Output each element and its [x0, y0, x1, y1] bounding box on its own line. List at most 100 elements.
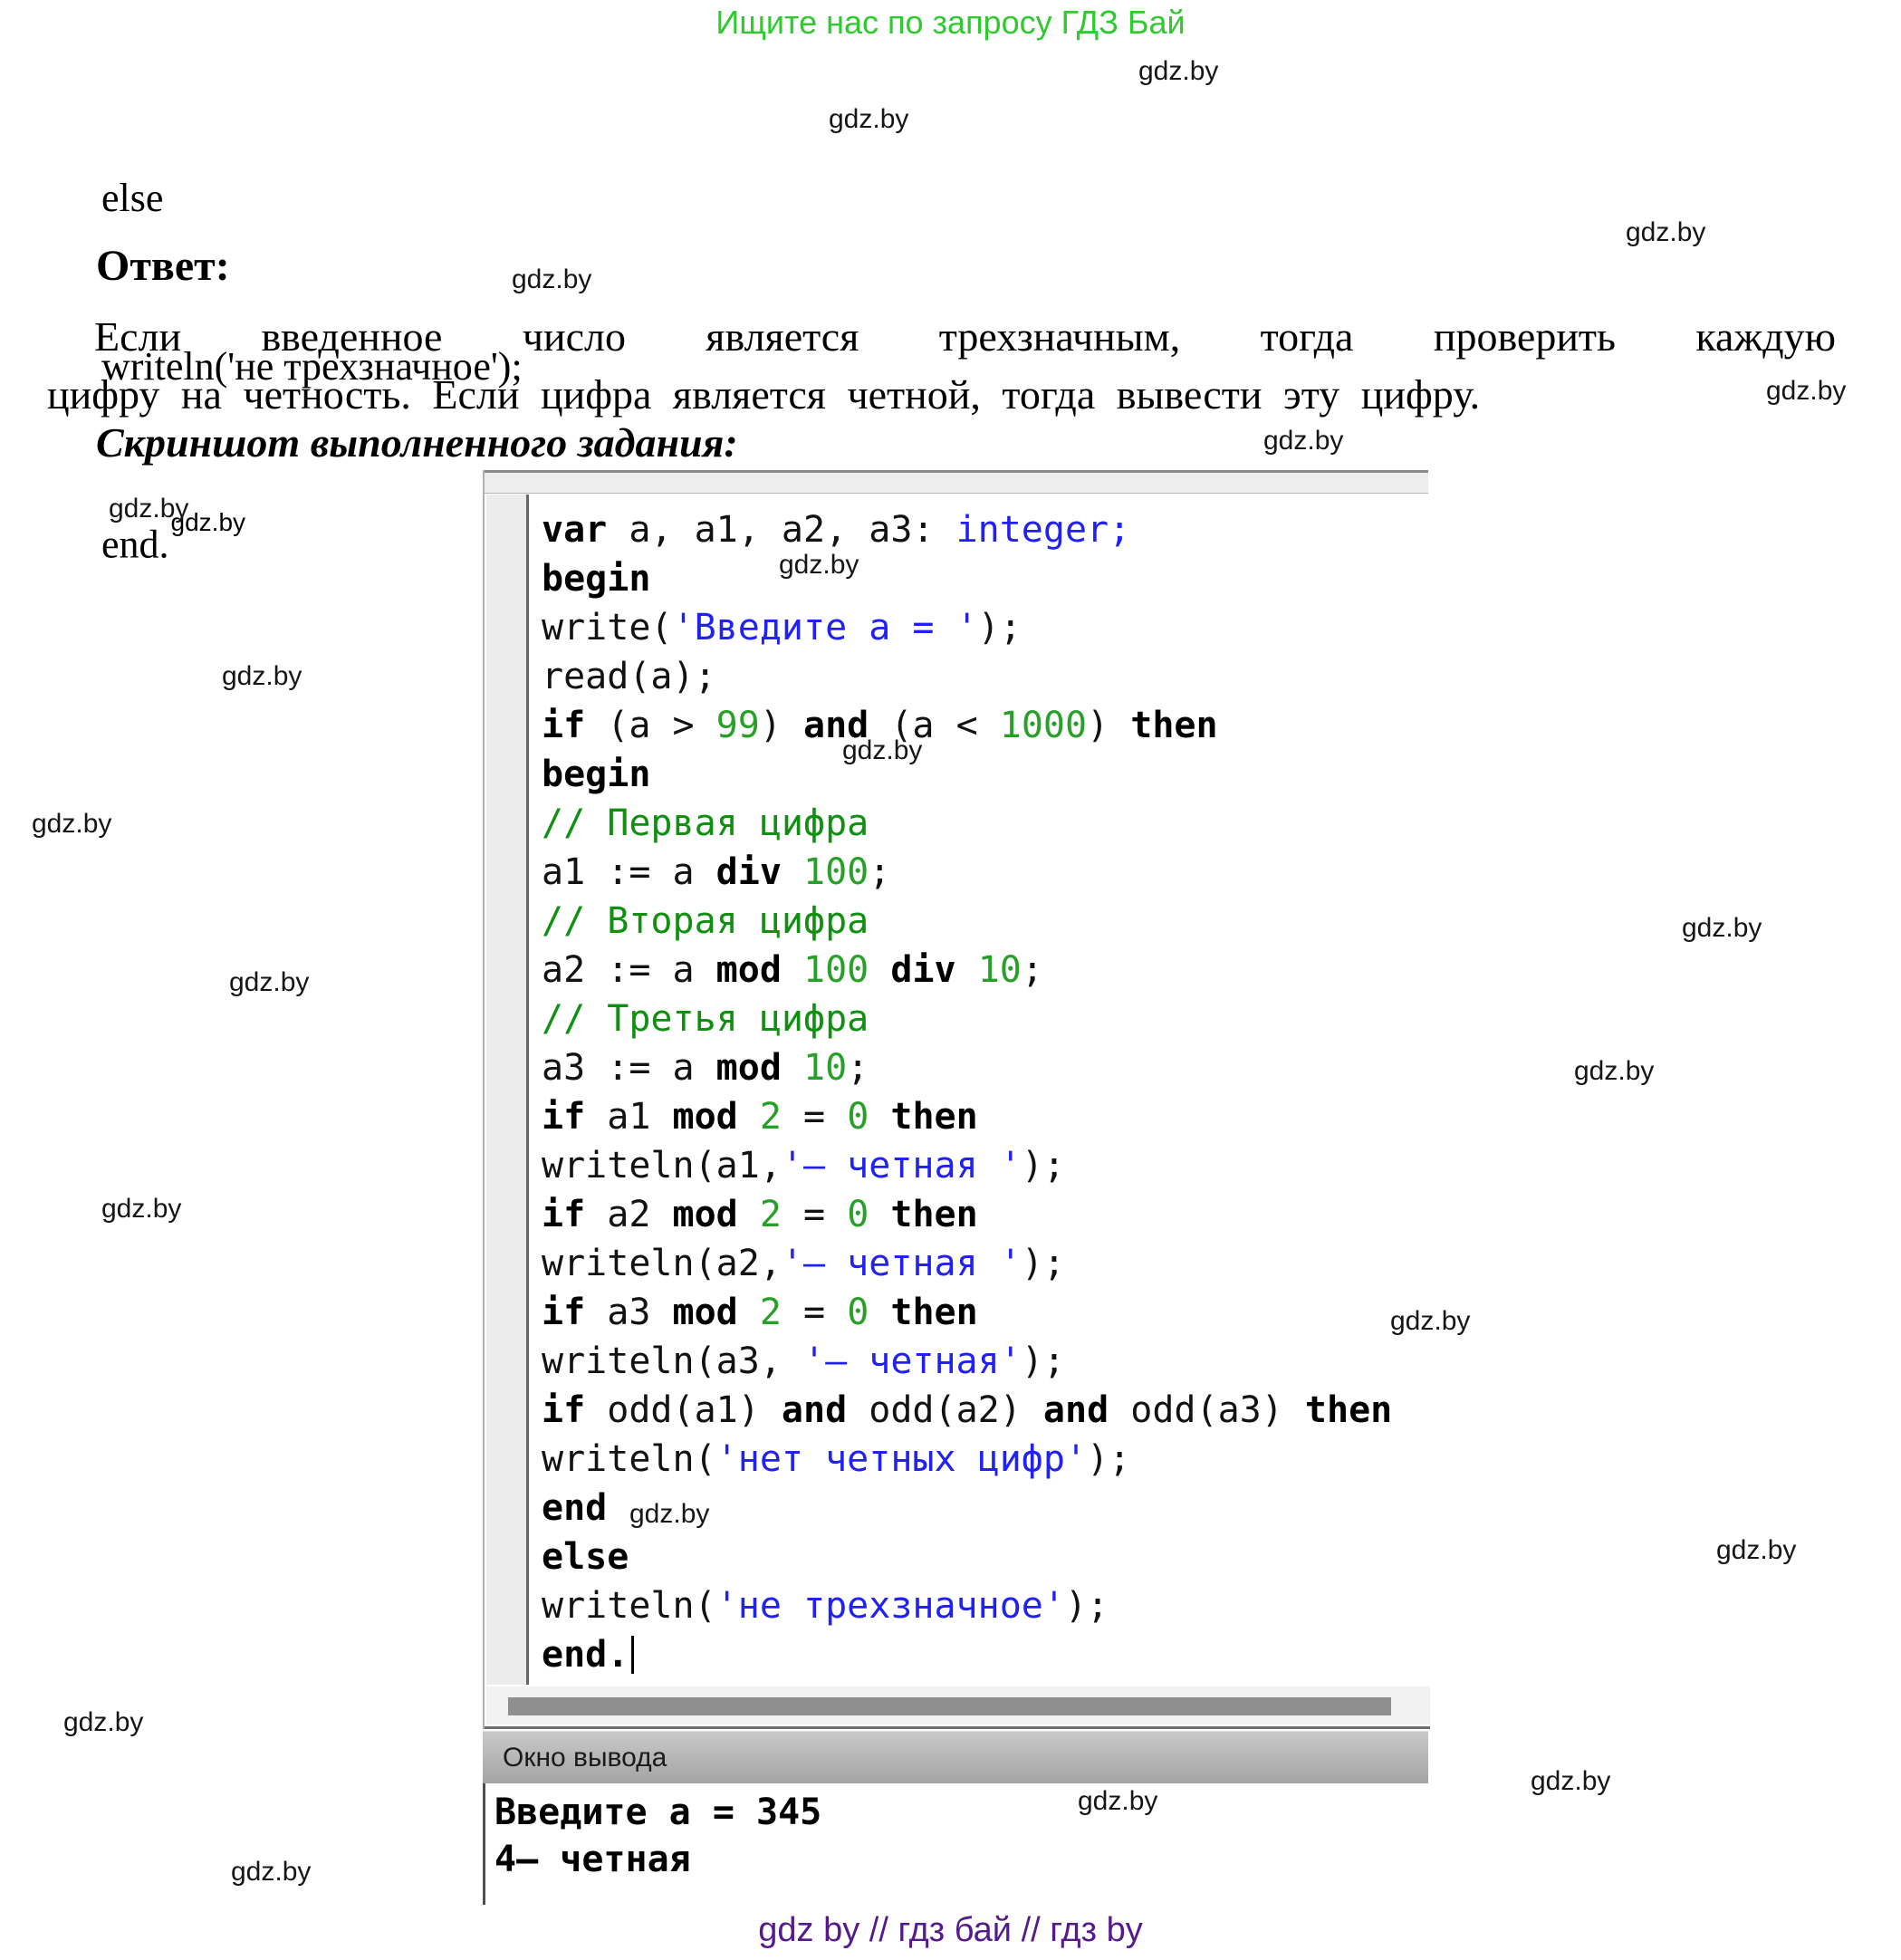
code-token: 100	[803, 949, 869, 991]
code-token: a3	[585, 1292, 672, 1333]
code-line: a2 := a mod 100 div 10;	[542, 946, 1428, 994]
code-token: )	[1087, 705, 1130, 746]
gdz-watermark: gdz.by	[171, 508, 246, 536]
gdz-watermark: gdz.by	[1531, 1766, 1610, 1797]
code-line: read(a);	[542, 652, 1428, 701]
gdz-answer-page: Ищите нас по запросу ГДЗ Бай else writel…	[0, 0, 1901, 1960]
code-token: end.	[542, 1634, 629, 1676]
code-token: 10	[978, 949, 1022, 991]
code-token: =	[782, 1194, 847, 1235]
code-token: odd(a1)	[585, 1389, 782, 1431]
code-line: if (a > 99) and (a < 1000) then	[542, 701, 1428, 750]
code-token: 2	[760, 1096, 782, 1138]
promo-banner-text: Ищите нас по запросу ГДЗ Бай	[0, 4, 1901, 42]
code-line: writeln('нет четных цифр');	[542, 1435, 1428, 1484]
code-token: then	[1130, 705, 1217, 746]
code-token: and	[803, 705, 869, 746]
code-token: // Первая цифра	[542, 802, 869, 844]
code-token: and	[1043, 1389, 1109, 1431]
code-token	[782, 949, 803, 991]
code-line: writeln('не трехзначное');	[542, 1581, 1428, 1630]
code-token: 'нет четных цифр'	[716, 1438, 1087, 1480]
code-token	[869, 1194, 890, 1235]
code-token	[869, 1096, 890, 1138]
code-token: 'Введите a = '	[673, 607, 978, 649]
code-line: end	[542, 1484, 1428, 1532]
code-token: '– четная '	[782, 1243, 1022, 1284]
gdz-watermark: gdz.by	[101, 1194, 181, 1225]
code-line: a1 := a div 100;	[542, 848, 1428, 897]
code-line: writeln(a3, '– четная');	[542, 1337, 1428, 1386]
output-window-title: Окно вывода	[503, 1743, 667, 1773]
gdz-watermark: gdz.by	[1682, 913, 1762, 944]
code-line: if odd(a1) and odd(a2) and odd(a3) then	[542, 1386, 1428, 1435]
code-token: (a >	[585, 705, 716, 746]
code-token: a, a1, a2, a3:	[607, 509, 955, 551]
code-token: if	[542, 1194, 585, 1235]
code-token: integer;	[956, 509, 1131, 551]
code-token	[782, 1047, 803, 1089]
code-token	[738, 1194, 760, 1235]
code-token: 0	[847, 1096, 869, 1138]
code-token	[869, 1292, 890, 1333]
code-token: =	[782, 1292, 847, 1333]
code-token: then	[890, 1096, 977, 1138]
code-token	[738, 1292, 760, 1333]
code-token: if	[542, 1389, 585, 1431]
code-line: if a2 mod 2 = 0 then	[542, 1190, 1428, 1239]
code-token: a3 := a	[542, 1047, 716, 1089]
gdz-watermark: gdz.by	[1626, 217, 1705, 248]
code-token: mod	[673, 1292, 738, 1333]
code-token: );	[1022, 1243, 1065, 1284]
code-token: )	[760, 705, 803, 746]
code-line: writeln(a1,'– четная ');	[542, 1141, 1428, 1190]
gdz-watermark: gdz.by	[32, 809, 111, 840]
code-token: writeln(	[542, 1438, 716, 1480]
code-token: 0	[847, 1292, 869, 1333]
code-token: '– четная '	[782, 1145, 1022, 1187]
editor-gutter	[486, 495, 529, 1685]
code-token: and	[782, 1389, 847, 1431]
code-fragment-line: else	[101, 170, 523, 226]
code-token: else	[542, 1536, 629, 1578]
code-token: (a <	[869, 705, 1000, 746]
code-line: // Третья цифра	[542, 994, 1428, 1043]
text-cursor	[631, 1636, 634, 1674]
output-window-titlebar: Окно вывода	[483, 1731, 1428, 1783]
code-token	[782, 851, 803, 893]
code-token: a1	[585, 1096, 672, 1138]
code-token: then	[890, 1194, 977, 1235]
code-line: end.	[542, 1630, 1428, 1679]
horizontal-scrollbar-track[interactable]	[486, 1686, 1430, 1725]
code-line: if a3 mod 2 = 0 then	[542, 1288, 1428, 1337]
code-token: );	[1022, 1340, 1065, 1382]
code-token: then	[890, 1292, 977, 1333]
code-token: // Вторая цифра	[542, 900, 869, 942]
code-token: writeln(a2,	[542, 1243, 782, 1284]
code-token: 100	[803, 851, 869, 893]
code-token	[869, 949, 890, 991]
code-token: var	[542, 509, 607, 551]
answer-paragraph: Если введенное число является трехзначны…	[47, 308, 1836, 424]
code-token: a1 := a	[542, 851, 716, 893]
code-token: );	[1065, 1585, 1109, 1627]
output-line: Введите a = 345	[494, 1789, 1428, 1836]
code-token: write(	[542, 607, 673, 649]
horizontal-scrollbar-thumb[interactable]	[508, 1697, 1391, 1715]
code-token: a2 := a	[542, 949, 716, 991]
code-token: ;	[1022, 949, 1043, 991]
code-token: 0	[847, 1194, 869, 1235]
code-token: odd(a2)	[847, 1389, 1043, 1431]
answer-text-line: цифру на четность. Если цифра является ч…	[47, 366, 1836, 424]
output-window: Окно вывода Введите a = 3454– четная	[483, 1731, 1428, 1907]
code-editor-surface[interactable]: var a, a1, a2, a3: integer; begin write('В…	[529, 495, 1428, 1685]
code-token: 'не трехзначное'	[716, 1585, 1065, 1627]
answer-text-line: Если введенное число является трехзначны…	[47, 308, 1836, 366]
code-token: 2	[760, 1194, 782, 1235]
code-line: begin	[542, 750, 1428, 799]
gdz-watermark: gdz.by	[1138, 56, 1218, 87]
code-token: writeln(a3,	[542, 1340, 803, 1382]
code-token: mod	[716, 1047, 782, 1089]
code-token	[956, 949, 978, 991]
code-token: );	[978, 607, 1022, 649]
